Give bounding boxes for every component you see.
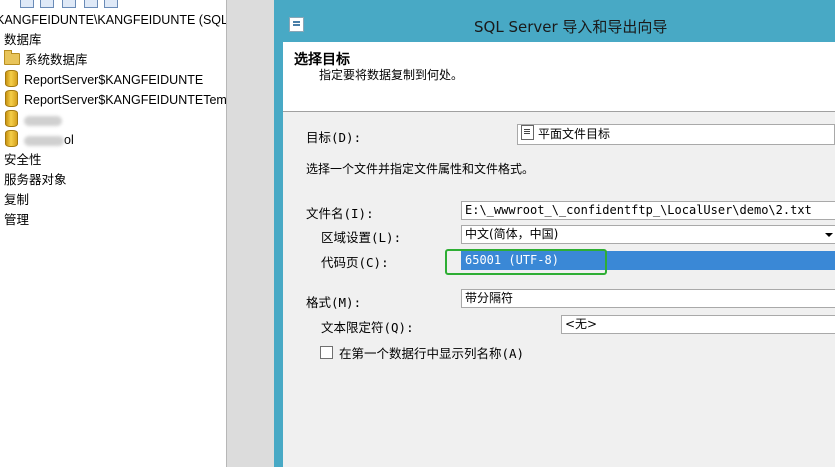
column-names-checkbox-label: 在第一个数据行中显示列名称(A) <box>339 346 525 361</box>
text-qualifier-label: 文本限定符(Q): <box>321 320 414 335</box>
tree-node-server[interactable]: KANGFEIDUNTE\KANGFEIDUNTE (SQL Se <box>0 10 227 30</box>
database-icon <box>5 130 18 147</box>
window-titlebar[interactable]: SQL Server 导入和导出向导 <box>274 0 835 42</box>
format-select[interactable]: 带分隔符 <box>461 289 835 308</box>
filename-value: E:\_wwwroot_\_confidentftp_\LocalUser\de… <box>465 203 812 217</box>
tree-node-redacted-db-1[interactable] <box>5 110 62 130</box>
import-export-wizard-window: SQL Server 导入和导出向导 选择目标 指定要将数据复制到何处。 目标(… <box>274 0 835 467</box>
chevron-down-icon[interactable] <box>823 226 835 243</box>
annotation-highlight-box <box>445 249 607 275</box>
database-icon <box>5 110 18 127</box>
wizard-app-icon <box>289 17 304 32</box>
flat-file-icon <box>521 125 534 140</box>
toolbar-connect-icon[interactable] <box>20 0 34 8</box>
page-subtitle: 指定要将数据复制到何处。 <box>319 68 464 82</box>
server-objects-label: 服务器对象 <box>4 173 67 187</box>
database-icon <box>5 70 18 87</box>
reportserver-temp-label: ReportServer$KANGFEIDUNTETem <box>24 93 227 107</box>
explorer-toolbar <box>0 0 226 8</box>
security-label: 安全性 <box>4 153 42 167</box>
system-databases-label: 系统数据库 <box>25 53 88 67</box>
window-title: SQL Server 导入和导出向导 <box>474 18 668 36</box>
toolbar-refresh-icon[interactable] <box>84 0 98 8</box>
filename-input[interactable]: E:\_wwwroot_\_confidentftp_\LocalUser\de… <box>461 201 835 220</box>
tree-node-replication[interactable]: 复制 <box>4 190 29 210</box>
locale-select[interactable]: 中文(简体，中国) <box>461 225 835 244</box>
tree-node-management[interactable]: 管理 <box>4 210 29 230</box>
locale-value: 中文(简体，中国) <box>465 227 559 241</box>
toolbar-disconnect-icon[interactable] <box>40 0 54 8</box>
destination-label: 目标(D): <box>306 130 362 145</box>
tree-node-reportserver[interactable]: ReportServer$KANGFEIDUNTE <box>5 70 203 90</box>
redacted-db-suffix: ol <box>64 133 74 147</box>
reportserver-label: ReportServer$KANGFEIDUNTE <box>24 73 204 87</box>
management-label: 管理 <box>4 213 30 227</box>
wizard-header: 选择目标 指定要将数据复制到何处。 <box>283 42 835 112</box>
redacted-label <box>24 135 64 146</box>
tree-node-system-databases[interactable]: 系统数据库 <box>4 50 88 70</box>
text-qualifier-value: <无> <box>565 317 598 331</box>
filename-label: 文件名(I): <box>306 206 374 221</box>
text-qualifier-input[interactable]: <无> <box>561 315 835 334</box>
format-value: 带分隔符 <box>465 291 514 305</box>
codepage-label: 代码页(C): <box>321 255 389 270</box>
tree-node-reportserver-temp[interactable]: ReportServer$KANGFEIDUNTETem <box>5 90 227 110</box>
destination-select[interactable]: 平面文件目标 <box>517 124 835 145</box>
toolbar-stop-icon[interactable] <box>104 0 118 8</box>
tree-node-redacted-db-2[interactable]: ol <box>5 130 74 150</box>
format-label: 格式(M): <box>306 295 362 310</box>
instruction-text: 选择一个文件并指定文件属性和文件格式。 <box>306 162 535 176</box>
workspace-background <box>227 0 274 467</box>
destination-value: 平面文件目标 <box>538 127 611 141</box>
server-label: KANGFEIDUNTE\KANGFEIDUNTE (SQL Se <box>0 13 227 27</box>
database-icon <box>5 90 18 107</box>
tree-node-databases[interactable]: 数据库 <box>4 30 42 50</box>
toolbar-filter-icon[interactable] <box>62 0 76 8</box>
column-names-checkbox[interactable] <box>320 346 333 359</box>
redacted-label <box>24 115 62 126</box>
tree-node-security[interactable]: 安全性 <box>4 150 42 170</box>
column-names-checkbox-row[interactable]: 在第一个数据行中显示列名称(A) <box>320 343 525 361</box>
locale-label: 区域设置(L): <box>321 230 402 245</box>
replication-label: 复制 <box>4 193 30 207</box>
object-explorer: KANGFEIDUNTE\KANGFEIDUNTE (SQL Se 数据库 系统… <box>0 0 227 467</box>
tree-node-server-objects[interactable]: 服务器对象 <box>4 170 67 190</box>
databases-label: 数据库 <box>4 33 42 47</box>
folder-icon <box>4 50 20 65</box>
